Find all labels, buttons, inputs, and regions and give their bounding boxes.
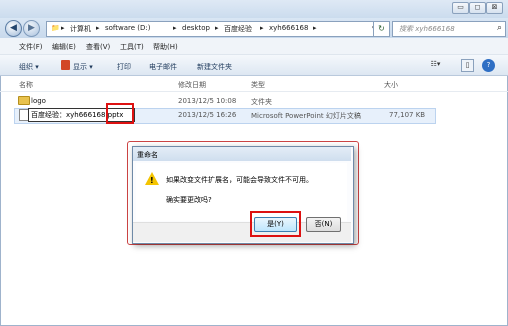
file-size: 77,107 KB	[389, 111, 426, 119]
show-button[interactable]: 显示 ▾	[73, 62, 93, 72]
breadcrumb-desktop[interactable]: desktop	[182, 24, 210, 32]
search-icon[interactable]: ⌕	[497, 23, 502, 33]
title-bar	[0, 0, 508, 18]
breadcrumb-separator: ▸	[173, 24, 177, 32]
warning-exclamation: !	[150, 176, 154, 185]
dialog-question: 确实要更改吗?	[166, 196, 212, 204]
refresh-icon[interactable]: ↻	[373, 21, 390, 37]
address-bar[interactable]: 📁 ▸ 计算机 ▸ software (D:) ▸ desktop ▸ 百度经验…	[46, 21, 386, 37]
powerpoint-icon	[61, 60, 70, 70]
menu-edit[interactable]: 编辑(E)	[52, 42, 76, 52]
print-button[interactable]: 打印	[117, 62, 131, 72]
breadcrumb-separator: ▸	[61, 24, 65, 32]
highlight-extension-box	[106, 103, 134, 124]
file-type: Microsoft PowerPoint 幻灯片文稿	[251, 112, 361, 120]
close-button[interactable]: ⊠	[486, 2, 503, 14]
forward-icon[interactable]: ▶	[23, 20, 40, 37]
column-header-size[interactable]: 大小	[384, 80, 398, 90]
new-folder-button[interactable]: 新建文件夹	[197, 62, 232, 72]
menu-tools[interactable]: 工具(T)	[120, 42, 144, 52]
breadcrumb-baidu-jingyan[interactable]: 百度经验	[224, 24, 252, 34]
maximize-button[interactable]: ◻	[469, 2, 486, 14]
help-icon[interactable]: ?	[482, 59, 495, 72]
breadcrumb-computer[interactable]: 计算机	[70, 24, 91, 34]
breadcrumb-separator: ▸	[260, 24, 264, 32]
menu-file[interactable]: 文件(F)	[19, 42, 43, 52]
column-header-name[interactable]: 名称	[19, 80, 33, 90]
breadcrumb-separator: ▸	[313, 24, 317, 32]
folder-icon: 📁	[51, 24, 60, 32]
back-icon[interactable]: ◀	[5, 20, 22, 37]
dialog-message: 如果改变文件扩展名，可能会导致文件不可用。	[166, 176, 313, 184]
file-modified: 2013/12/5 10:08	[178, 97, 237, 105]
breadcrumb-software-drive[interactable]: software (D:)	[105, 24, 151, 32]
search-input[interactable]: 搜索 xyh666168 ⌕	[392, 21, 506, 37]
minimize-button[interactable]: ▭	[452, 2, 469, 14]
file-modified: 2013/12/5 16:26	[178, 111, 237, 119]
menu-help[interactable]: 帮助(H)	[153, 42, 178, 52]
breadcrumb-xyh666168[interactable]: xyh666168	[269, 24, 308, 32]
file-type: 文件夹	[251, 98, 272, 106]
search-placeholder: 搜索 xyh666168	[399, 25, 455, 33]
column-header-type[interactable]: 类型	[251, 80, 265, 90]
menu-view[interactable]: 查看(V)	[86, 42, 110, 52]
dialog-title: 重命名	[137, 151, 158, 159]
organize-button[interactable]: 组织 ▾	[19, 62, 39, 72]
dialog-title-bar: 重命名	[133, 147, 351, 161]
folder-icon	[18, 96, 30, 105]
breadcrumb-separator: ▸	[215, 24, 219, 32]
header-divider	[0, 91, 508, 92]
preview-pane-icon[interactable]: ▯	[461, 59, 474, 72]
file-name[interactable]: logo	[31, 97, 46, 105]
view-options-icon[interactable]: ☷▾	[430, 59, 441, 70]
no-button[interactable]: 否(N)	[306, 217, 341, 232]
menu-bar	[0, 38, 508, 55]
email-button[interactable]: 电子邮件	[149, 62, 177, 72]
column-header-modified[interactable]: 修改日期	[178, 80, 206, 90]
highlight-yes-box	[250, 211, 301, 237]
dialog-body	[136, 163, 347, 221]
breadcrumb-separator: ▸	[96, 24, 100, 32]
